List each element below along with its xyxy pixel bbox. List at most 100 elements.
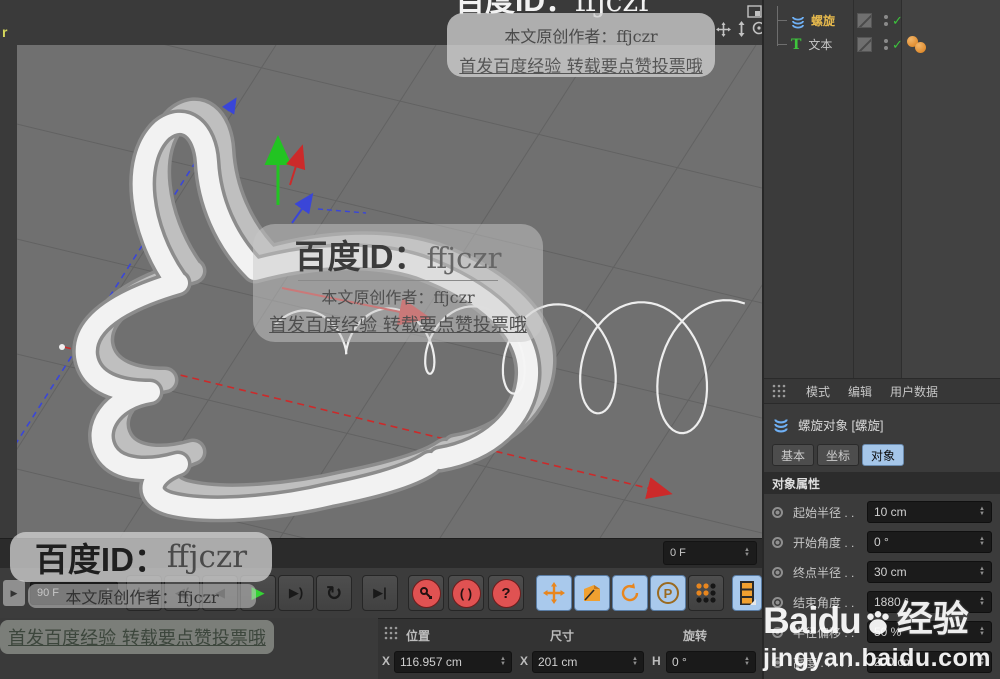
tab-basic-label: 基本: [780, 448, 805, 463]
c4d-window: r 0 F ▲ ▼ ▶ 90 F ▲ ▼ |◀ ◀(◀ ▶ ▶) ↻ ▶| (…: [0, 0, 1000, 679]
viewport-left-strip: [0, 45, 17, 538]
timeline-mode-button[interactable]: [732, 575, 762, 611]
object-tags[interactable]: [907, 36, 926, 53]
text-icon: T: [791, 36, 802, 53]
helix-icon: [792, 16, 804, 28]
keyframe-circle-icon[interactable]: [772, 626, 783, 638]
prev-frame-button[interactable]: ◀: [202, 575, 238, 611]
prev-frame-icon: ◀: [215, 585, 225, 600]
rotation-h-field[interactable]: 0 ° ▲ ▼: [666, 651, 756, 673]
spinner-arrows[interactable]: ▲ ▼: [979, 506, 985, 517]
rotation-h-axis-label: H: [652, 654, 661, 668]
key-parameter-button[interactable]: P: [650, 575, 686, 611]
radial-bias-field[interactable]: 50 % ▲ ▼: [867, 621, 992, 643]
property-row-radial-bias: 半径偏移 . . 50 % ▲ ▼: [764, 620, 1000, 644]
goto-end-icon: ▶|: [373, 585, 387, 600]
key-position-button[interactable]: [536, 575, 572, 611]
attribute-menu-bar: 模式 编辑 用户数据: [764, 378, 1000, 404]
key-rotation-button[interactable]: [612, 575, 648, 611]
3d-viewport[interactable]: [0, 45, 762, 538]
keyframe-circle-icon[interactable]: [772, 656, 783, 668]
end-angle-field[interactable]: 1880 ° ▲ ▼: [867, 591, 992, 613]
spinner-arrows[interactable]: ▲ ▼: [979, 566, 985, 577]
parameter-p-icon: P: [657, 582, 679, 604]
object-x-axis-arrow[interactable]: [281, 287, 431, 326]
layer-swatch[interactable]: [857, 13, 872, 28]
spinner-arrows[interactable]: ▲ ▼: [105, 587, 111, 598]
record-position-button[interactable]: [408, 575, 444, 611]
keying-selection-button[interactable]: [688, 575, 724, 611]
position-x-field[interactable]: 116.957 cm ▲ ▼: [394, 651, 512, 673]
grid-handle-icon[interactable]: [384, 626, 400, 640]
enabled-check-icon[interactable]: ✓: [892, 13, 903, 29]
object-label-text[interactable]: 文本: [808, 36, 832, 53]
start-angle-field[interactable]: 0 ° ▲ ▼: [867, 531, 992, 553]
rotation-h-value: 0 °: [672, 655, 687, 669]
spinner-arrows[interactable]: ▲ ▼: [979, 536, 985, 547]
object-label-helix[interactable]: 螺旋: [811, 12, 835, 29]
size-x-field[interactable]: 201 cm ▲ ▼: [532, 651, 644, 673]
move-icon: [543, 582, 565, 604]
keyframe-circle-icon[interactable]: [772, 536, 783, 548]
gizmo-blue-arrow[interactable]: [291, 192, 314, 224]
keyframe-circle-icon[interactable]: [772, 566, 783, 578]
panel-expand-button[interactable]: ▶: [3, 580, 25, 606]
height-field[interactable]: 200 cm ▲ ▼: [867, 651, 992, 673]
menu-user-data[interactable]: 用户数据: [890, 383, 938, 400]
object-manager: 螺旋 ✓ T 文本 ✓: [764, 0, 1000, 378]
spinner-arrows[interactable]: ▲ ▼: [979, 626, 985, 637]
tab-basic[interactable]: 基本: [772, 444, 814, 466]
loop-button[interactable]: ↻: [316, 575, 352, 611]
thumbs-up-shape[interactable]: [72, 97, 557, 523]
property-row-start-angle: 开始角度 . . 0 ° ▲ ▼: [764, 530, 1000, 554]
start-radius-value: 10 cm: [874, 505, 907, 519]
attribute-object-title: 螺旋对象 [螺旋]: [764, 410, 1000, 438]
maximize-window-icon[interactable]: [745, 2, 763, 20]
spinner-arrows[interactable]: ▲ ▼: [979, 656, 985, 667]
keyframe-circle-icon[interactable]: [772, 506, 783, 518]
autokey-button[interactable]: ( ): [448, 575, 484, 611]
visibility-dots[interactable]: [884, 15, 888, 26]
enabled-check-icon[interactable]: ✓: [892, 37, 903, 53]
layer-swatch[interactable]: [857, 37, 872, 52]
object-properties-section[interactable]: 对象属性: [764, 472, 1000, 494]
grid-handle-icon[interactable]: [772, 384, 788, 398]
tab-object[interactable]: 对象: [862, 444, 904, 466]
object-row-helix[interactable]: 螺旋 ✓: [764, 9, 1000, 32]
next-key-button[interactable]: ▶): [278, 575, 314, 611]
pan-icon[interactable]: [714, 20, 732, 38]
end-frame-field[interactable]: 0 F ▲ ▼: [663, 541, 757, 565]
timeline-ruler[interactable]: 3540 4550 5560 6570 7580 8590: [0, 538, 762, 569]
goto-start-button[interactable]: |◀: [126, 575, 162, 611]
size-header: 尺寸: [550, 629, 575, 643]
spinner-arrows[interactable]: ▲ ▼: [500, 656, 506, 667]
column-separator: [853, 0, 854, 378]
dolly-icon[interactable]: [732, 20, 750, 38]
key-scale-button[interactable]: [574, 575, 610, 611]
menu-edit[interactable]: 编辑: [848, 383, 872, 400]
spinner-arrows[interactable]: ▲ ▼: [744, 656, 750, 667]
spinner-arrows[interactable]: ▲ ▼: [744, 547, 750, 558]
visibility-dots[interactable]: [884, 39, 888, 50]
prev-key-button[interactable]: ◀(: [164, 575, 200, 611]
spinner-arrows[interactable]: ▲ ▼: [979, 596, 985, 607]
tab-coordinates[interactable]: 坐标: [817, 444, 859, 466]
radial-bias-value: 50 %: [874, 625, 902, 639]
property-row-height: 高度 . . . . . 200 cm ▲ ▼: [764, 650, 1000, 674]
gizmo-red-arrow[interactable]: [286, 144, 306, 186]
watermark-bottomleft-slogan: 首发百度经验 转载要点赞投票哦: [0, 620, 274, 654]
property-row-end-angle: 结束角度 . . 1880 ° ▲ ▼: [764, 590, 1000, 614]
start-radius-field[interactable]: 10 cm ▲ ▼: [867, 501, 992, 523]
end-radius-field[interactable]: 30 cm ▲ ▼: [867, 561, 992, 583]
menu-mode[interactable]: 模式: [806, 383, 830, 400]
spinner-arrows[interactable]: ▲ ▼: [632, 656, 638, 667]
keyframe-help-button[interactable]: ?: [488, 575, 524, 611]
object-row-text[interactable]: T 文本 ✓: [764, 33, 1000, 56]
current-frame-value: 90 F: [37, 587, 60, 599]
current-frame-field[interactable]: 90 F ▲ ▼: [30, 581, 118, 605]
property-label: 开始角度 . .: [793, 535, 855, 550]
play-button[interactable]: ▶: [240, 575, 276, 611]
keyframe-circle-icon[interactable]: [772, 596, 783, 608]
height-value: 200 cm: [874, 655, 914, 669]
goto-end-button[interactable]: ▶|: [362, 575, 398, 611]
